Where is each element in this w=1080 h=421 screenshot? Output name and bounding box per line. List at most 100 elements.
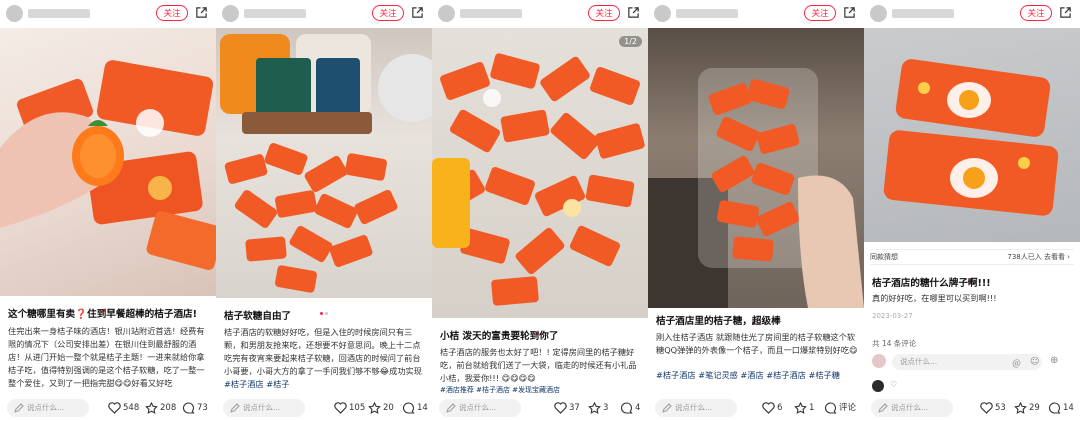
engagement-bar: 说点什么... 6 1 评论 xyxy=(648,395,864,421)
comment-placeholder: 说点什么... xyxy=(675,403,713,412)
post-card: 关注 同款猜想 738人已入 去看看 › 桔子酒店的糖什么牌子啊!!! 真的好好… xyxy=(864,0,1080,421)
collect-count: 208 xyxy=(160,403,177,413)
post-title: 桔子酒店的糖什么牌子啊!!! xyxy=(872,278,991,289)
post-title: 小桔 泼天的富贵要轮到你了 xyxy=(440,331,559,342)
pen-icon xyxy=(230,403,240,413)
collect-button[interactable]: 20 xyxy=(368,401,394,415)
engagement-bar: 说点什么... 37 3 4 xyxy=(432,395,648,421)
pen-icon xyxy=(446,403,456,413)
post-tags[interactable]: #酒店推荐 #桔子酒店 #发现宝藏酒店 xyxy=(440,386,642,395)
post-photo[interactable] xyxy=(216,28,432,298)
image-icon[interactable]: ⊕ xyxy=(1050,355,1058,366)
post-card: 关注 桔子酒店里的桔子糖，超级棒 刚入住桔子酒店 就跟随住光了房间里的桔子软糖这… xyxy=(648,0,864,421)
username-blurred[interactable] xyxy=(244,9,306,18)
comment-count: 14 xyxy=(417,403,428,413)
post-body: 刚入住桔子酒店 就跟随住光了房间里的桔子软糖这个软糖QQ弹弹的外表像一个桔子，而… xyxy=(656,332,858,355)
post-strip: 关注 这个糖哪里有卖❓住到早餐超棒的桔子酒店! 住完出来一身桔子味的酒店！银川站… xyxy=(0,0,1080,421)
post-header: 关注 xyxy=(216,0,432,28)
post-tags[interactable]: #桔子酒店 #笔记灵感 #酒店 #桔子酒店 #桔子糖 xyxy=(656,369,858,395)
follow-button[interactable]: 关注 xyxy=(804,5,836,21)
share-icon[interactable] xyxy=(195,6,208,19)
heart-icon xyxy=(334,401,347,414)
post-photo[interactable] xyxy=(864,28,1080,242)
post-header: 关注 xyxy=(0,0,216,28)
carousel-dots xyxy=(432,320,648,335)
collect-button[interactable]: 1 xyxy=(794,401,814,415)
avatar[interactable] xyxy=(870,5,887,22)
post-date: 2023-03-27 xyxy=(872,312,913,320)
engagement-bar: 说点什么... 53 29 14 xyxy=(864,395,1080,421)
star-icon xyxy=(145,401,158,414)
engagement-bar: 说点什么... 548 208 73 xyxy=(0,395,216,421)
like-button[interactable]: 53 xyxy=(980,401,1006,415)
star-icon xyxy=(794,401,807,414)
follow-button[interactable]: 关注 xyxy=(1020,5,1052,21)
emoji-icon[interactable]: ☺ xyxy=(1030,357,1039,367)
post-title: 桔子软糖自由了 xyxy=(224,311,292,322)
collect-button[interactable]: 29 xyxy=(1014,401,1040,415)
avatar[interactable] xyxy=(222,5,239,22)
like-button[interactable]: 37 xyxy=(554,401,580,415)
comment-icon xyxy=(825,401,837,414)
candy-photo-illustration xyxy=(648,68,864,308)
link-meta: 738人已入 去看看 › xyxy=(1007,253,1070,261)
share-icon[interactable] xyxy=(1059,6,1072,19)
username-blurred[interactable] xyxy=(676,9,738,18)
comment-input[interactable]: 说点什么... xyxy=(655,399,737,417)
post-body: 住完出来一身桔子味的酒店！银川站附近首选！经费有限的情况下（公司安排出差）在银川… xyxy=(8,326,205,388)
collect-button[interactable]: 208 xyxy=(145,401,176,415)
pen-icon xyxy=(878,403,888,413)
similar-product-bar[interactable]: 同款猜想 738人已入 去看看 › xyxy=(870,249,1074,265)
comment-button[interactable]: 73 xyxy=(182,401,208,415)
comment-input[interactable]: 说点什么... xyxy=(871,399,953,417)
like-button[interactable]: 6 xyxy=(762,401,782,415)
comment-placeholder: 说点什么... xyxy=(891,403,929,412)
share-icon[interactable] xyxy=(843,6,856,19)
post-photo[interactable] xyxy=(0,28,216,296)
comment-icon xyxy=(403,401,415,414)
username-blurred[interactable] xyxy=(28,9,90,18)
post-photo[interactable]: 1/2 xyxy=(432,28,648,318)
collect-button[interactable]: 3 xyxy=(588,401,608,415)
comment-input[interactable]: 说点什么... xyxy=(223,399,305,417)
comment-button[interactable]: 14 xyxy=(1048,401,1074,415)
collect-count: 3 xyxy=(603,403,609,413)
carousel-dots xyxy=(864,268,1080,283)
follow-button[interactable]: 关注 xyxy=(588,5,620,21)
avatar[interactable] xyxy=(438,5,455,22)
star-icon xyxy=(588,401,601,414)
username-blurred[interactable] xyxy=(892,9,954,18)
star-icon xyxy=(1014,401,1027,414)
comment-button[interactable]: 4 xyxy=(620,401,640,415)
comment-input[interactable]: 说点什么... xyxy=(439,399,521,417)
like-button[interactable]: 105 xyxy=(334,401,365,415)
carousel-dots xyxy=(216,300,432,315)
post-card: 关注 xyxy=(432,0,648,421)
share-icon[interactable] xyxy=(411,6,424,19)
username-blurred[interactable] xyxy=(460,9,522,18)
post-title: 桔子酒店里的桔子糖，超级棒 xyxy=(656,316,781,327)
comment-count: 14 xyxy=(1063,403,1074,413)
like-count: 105 xyxy=(349,403,366,413)
post-tags[interactable]: #桔子酒店 #桔子 xyxy=(224,378,426,391)
comment-icon xyxy=(1049,401,1061,414)
at-icon[interactable]: ＠ xyxy=(1012,357,1021,370)
comment-count: 73 xyxy=(197,403,208,413)
link-label: 同款猜想 xyxy=(870,253,898,261)
like-button[interactable]: 548 xyxy=(108,401,139,415)
candy-photo-illustration xyxy=(883,59,1059,216)
comment-button[interactable]: 14 xyxy=(402,401,428,415)
follow-button[interactable]: 关注 xyxy=(372,5,404,21)
follow-button[interactable]: 关注 xyxy=(156,5,188,21)
post-photo[interactable] xyxy=(648,28,864,308)
pen-icon xyxy=(14,403,24,413)
avatar[interactable] xyxy=(6,5,23,22)
comment-button[interactable]: 评论 xyxy=(824,401,856,415)
heart-icon xyxy=(108,401,121,414)
carousel-dots xyxy=(0,297,216,312)
avatar xyxy=(872,354,886,368)
avatar[interactable] xyxy=(654,5,671,22)
comment-input[interactable]: 说点什么... xyxy=(7,399,89,417)
engagement-bar: 说点什么... 105 20 14 xyxy=(216,395,432,421)
share-icon[interactable] xyxy=(627,6,640,19)
